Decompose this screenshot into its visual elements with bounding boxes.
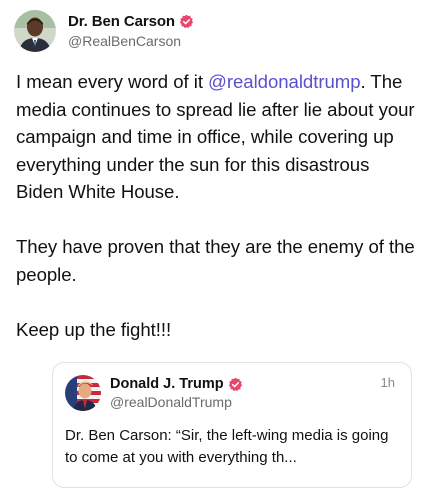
verified-badge-icon [228, 377, 242, 391]
quoted-post-header: Donald J. Trump @realDonaldTrump [65, 375, 243, 411]
verified-badge-icon [179, 14, 194, 29]
author-handle[interactable]: @RealBenCarson [68, 33, 194, 49]
post-body: I mean every word of it @realdonaldtrump… [16, 68, 416, 343]
quoted-author-avatar[interactable] [65, 375, 101, 411]
post-paragraph-1: I mean every word of it @realdonaldtrump… [16, 68, 416, 206]
quoted-author-names: Donald J. Trump @realDonaldTrump [110, 376, 243, 410]
quoted-post-text: Dr. Ben Carson: “Sir, the left-wing medi… [65, 427, 389, 466]
person-avatar-icon [65, 375, 101, 411]
quoted-author-display-name[interactable]: Donald J. Trump [110, 376, 224, 392]
author-avatar[interactable] [14, 10, 56, 52]
post-paragraph-3: Keep up the fight!!! [16, 318, 172, 340]
post-paragraph-2: They have proven that they are the enemy… [16, 236, 415, 285]
quoted-post-timestamp: 1h [380, 375, 395, 390]
quoted-post[interactable]: Donald J. Trump @realDonaldTrump 1h Dr. … [52, 362, 412, 488]
post-header: Dr. Ben Carson @RealBenCarson [14, 10, 194, 52]
person-avatar-icon [14, 10, 56, 52]
post-text-segment: I mean every word of it [16, 71, 209, 92]
post-card: Dr. Ben Carson @RealBenCarson I mean eve… [0, 0, 430, 500]
quoted-author-handle[interactable]: @realDonaldTrump [110, 394, 243, 410]
author-display-name[interactable]: Dr. Ben Carson [68, 13, 175, 30]
author-names: Dr. Ben Carson @RealBenCarson [68, 13, 194, 49]
author-name-row: Dr. Ben Carson [68, 13, 194, 30]
quoted-author-name-row: Donald J. Trump [110, 376, 243, 392]
mention-link[interactable]: @realdonaldtrump [208, 71, 361, 92]
